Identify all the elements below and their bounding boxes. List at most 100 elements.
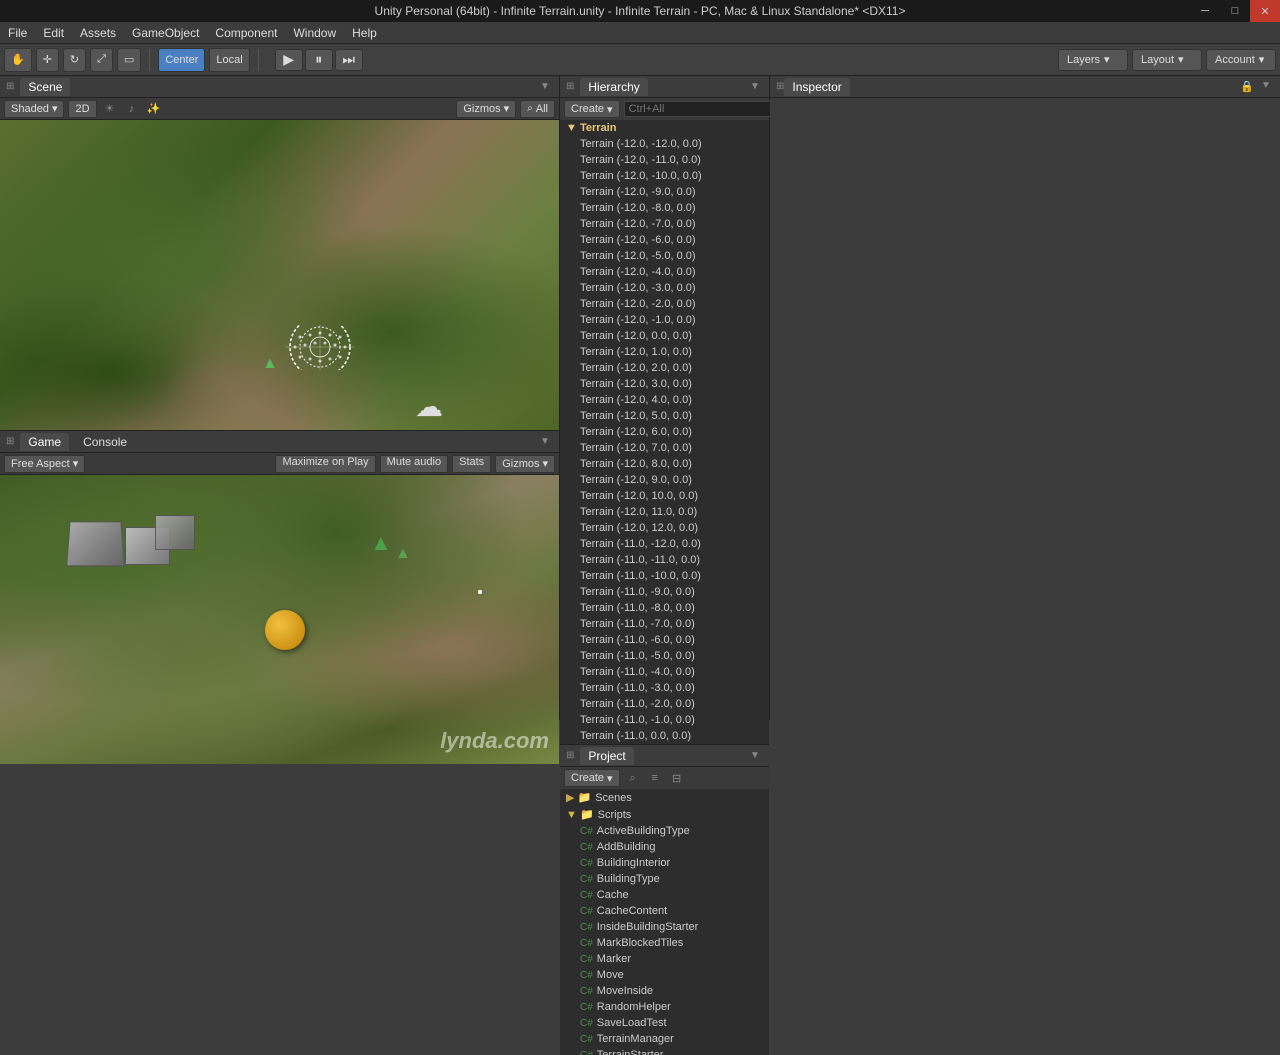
aspect-dropdown[interactable]: Free Aspect ▾: [4, 455, 85, 473]
menu-assets[interactable]: Assets: [72, 24, 124, 42]
hierarchy-item[interactable]: Terrain (-12.0, -6.0, 0.0): [560, 232, 769, 248]
hierarchy-item[interactable]: Terrain (-11.0, -9.0, 0.0): [560, 584, 769, 600]
scale-tool[interactable]: ⤢: [90, 48, 113, 72]
hierarchy-item[interactable]: Terrain (-12.0, -10.0, 0.0): [560, 168, 769, 184]
menu-edit[interactable]: Edit: [35, 24, 72, 42]
play-button[interactable]: ▶: [275, 49, 303, 71]
inspector-collapse-button[interactable]: ▼: [1258, 78, 1274, 94]
hierarchy-item[interactable]: Terrain (-11.0, -5.0, 0.0): [560, 648, 769, 664]
minimize-button[interactable]: ─: [1190, 0, 1220, 22]
hand-tool[interactable]: ✋: [4, 48, 32, 72]
menu-help[interactable]: Help: [344, 24, 385, 42]
hierarchy-item[interactable]: Terrain (-11.0, -12.0, 0.0): [560, 536, 769, 552]
game-collapse-button[interactable]: ▼: [537, 434, 553, 450]
project-item[interactable]: C# ActiveBuildingType: [560, 823, 769, 839]
hierarchy-item[interactable]: Terrain (-12.0, 12.0, 0.0): [560, 520, 769, 536]
move-tool[interactable]: ✛: [36, 48, 59, 72]
hierarchy-item[interactable]: Terrain (-12.0, -2.0, 0.0): [560, 296, 769, 312]
project-item[interactable]: C# Move: [560, 967, 769, 983]
hierarchy-item[interactable]: Terrain (-12.0, -12.0, 0.0): [560, 136, 769, 152]
hierarchy-item[interactable]: Terrain (-12.0, 6.0, 0.0): [560, 424, 769, 440]
hierarchy-collapse-button[interactable]: ▼: [747, 79, 763, 95]
hierarchy-item[interactable]: Terrain (-12.0, 5.0, 0.0): [560, 408, 769, 424]
hierarchy-tab[interactable]: Hierarchy: [580, 78, 647, 96]
rotate-tool[interactable]: ↻: [63, 48, 86, 72]
all-dropdown[interactable]: ⌕ All: [520, 100, 555, 118]
hierarchy-item[interactable]: ▼ Terrain: [560, 120, 769, 136]
project-create-button[interactable]: Create ▾: [564, 769, 620, 787]
project-layout-icon[interactable]: ⊟: [668, 769, 686, 787]
maximize-button[interactable]: □: [1220, 0, 1250, 22]
light-toggle[interactable]: ☀: [101, 100, 119, 118]
project-options-icon[interactable]: ≡: [646, 769, 664, 787]
inspector-lock-icon[interactable]: 🔒: [1238, 78, 1256, 96]
project-item[interactable]: C# Marker: [560, 951, 769, 967]
hierarchy-item[interactable]: Terrain (-12.0, 7.0, 0.0): [560, 440, 769, 456]
close-button[interactable]: ✕: [1250, 0, 1280, 22]
project-item[interactable]: C# BuildingInterior: [560, 855, 769, 871]
maximize-on-play-button[interactable]: Maximize on Play: [275, 455, 375, 473]
hierarchy-item[interactable]: Terrain (-11.0, -1.0, 0.0): [560, 712, 769, 728]
hierarchy-item[interactable]: Terrain (-12.0, 0.0, 0.0): [560, 328, 769, 344]
hierarchy-item[interactable]: Terrain (-12.0, -3.0, 0.0): [560, 280, 769, 296]
hierarchy-item[interactable]: Terrain (-12.0, -11.0, 0.0): [560, 152, 769, 168]
menu-component[interactable]: Component: [207, 24, 285, 42]
hierarchy-item[interactable]: Terrain (-12.0, -9.0, 0.0): [560, 184, 769, 200]
gizmos-dropdown[interactable]: Gizmos ▾: [456, 100, 516, 118]
hierarchy-item[interactable]: Terrain (-11.0, -11.0, 0.0): [560, 552, 769, 568]
inspector-tab[interactable]: Inspector: [784, 78, 849, 96]
shaded-dropdown[interactable]: Shaded ▾: [4, 100, 64, 118]
hierarchy-item[interactable]: Terrain (-11.0, -2.0, 0.0): [560, 696, 769, 712]
hierarchy-item[interactable]: Terrain (-12.0, 2.0, 0.0): [560, 360, 769, 376]
project-item[interactable]: C# RandomHelper: [560, 999, 769, 1015]
audio-toggle[interactable]: ♪: [123, 100, 141, 118]
hierarchy-item[interactable]: Terrain (-11.0, -3.0, 0.0): [560, 680, 769, 696]
hierarchy-item[interactable]: Terrain (-12.0, 1.0, 0.0): [560, 344, 769, 360]
center-toggle[interactable]: Center: [158, 48, 205, 72]
menu-window[interactable]: Window: [285, 24, 344, 42]
effects-toggle[interactable]: ✨: [145, 100, 163, 118]
project-item[interactable]: C# Cache: [560, 887, 769, 903]
hierarchy-item[interactable]: Terrain (-11.0, -6.0, 0.0): [560, 632, 769, 648]
hierarchy-item[interactable]: Terrain (-12.0, 10.0, 0.0): [560, 488, 769, 504]
layers-dropdown[interactable]: Layers ▾: [1058, 49, 1128, 71]
hierarchy-item[interactable]: Terrain (-11.0, 0.0, 0.0): [560, 728, 769, 744]
project-item[interactable]: C# InsideBuildingStarter: [560, 919, 769, 935]
hierarchy-item[interactable]: Terrain (-11.0, -8.0, 0.0): [560, 600, 769, 616]
project-item[interactable]: ▶ 📁 Scenes: [560, 789, 769, 806]
2d-toggle[interactable]: 2D: [68, 100, 96, 118]
scene-canvas[interactable]: ▲ ▲ ▲ ▲ ☁: [0, 120, 559, 430]
project-item[interactable]: C# AddBuilding: [560, 839, 769, 855]
project-item[interactable]: C# CacheContent: [560, 903, 769, 919]
scene-tab[interactable]: Scene: [20, 78, 70, 96]
console-tab[interactable]: Console: [75, 433, 135, 451]
project-search-icon[interactable]: ⌕: [624, 769, 642, 787]
project-item[interactable]: C# BuildingType: [560, 871, 769, 887]
hierarchy-item[interactable]: Terrain (-12.0, -7.0, 0.0): [560, 216, 769, 232]
project-item[interactable]: ▼ 📁 Scripts: [560, 806, 769, 823]
menu-gameobject[interactable]: GameObject: [124, 24, 207, 42]
project-item[interactable]: C# TerrainManager: [560, 1031, 769, 1047]
scene-collapse-button[interactable]: ▼: [537, 79, 553, 95]
layout-dropdown[interactable]: Layout ▾: [1132, 49, 1202, 71]
game-gizmos-dropdown[interactable]: Gizmos ▾: [495, 455, 555, 473]
hierarchy-item[interactable]: Terrain (-12.0, 11.0, 0.0): [560, 504, 769, 520]
rect-tool[interactable]: ▭: [117, 48, 141, 72]
project-item[interactable]: C# SaveLoadTest: [560, 1015, 769, 1031]
hierarchy-item[interactable]: Terrain (-11.0, -4.0, 0.0): [560, 664, 769, 680]
project-tab[interactable]: Project: [580, 747, 633, 765]
hierarchy-item[interactable]: Terrain (-12.0, -5.0, 0.0): [560, 248, 769, 264]
hierarchy-search-input[interactable]: [624, 101, 776, 117]
hierarchy-item[interactable]: Terrain (-12.0, -4.0, 0.0): [560, 264, 769, 280]
hierarchy-item[interactable]: Terrain (-12.0, 3.0, 0.0): [560, 376, 769, 392]
project-item[interactable]: C# MarkBlockedTiles: [560, 935, 769, 951]
menu-file[interactable]: File: [0, 24, 35, 42]
step-button[interactable]: ⏭: [335, 49, 363, 71]
game-tab[interactable]: Game: [20, 433, 69, 451]
pause-button[interactable]: ⏸: [305, 49, 333, 71]
account-dropdown[interactable]: Account ▾: [1206, 49, 1276, 71]
mute-audio-button[interactable]: Mute audio: [380, 455, 448, 473]
project-item[interactable]: C# TerrainStarter: [560, 1047, 769, 1055]
hierarchy-item[interactable]: Terrain (-11.0, -7.0, 0.0): [560, 616, 769, 632]
game-canvas[interactable]: ▲ ▲ lynda.com: [0, 475, 559, 764]
